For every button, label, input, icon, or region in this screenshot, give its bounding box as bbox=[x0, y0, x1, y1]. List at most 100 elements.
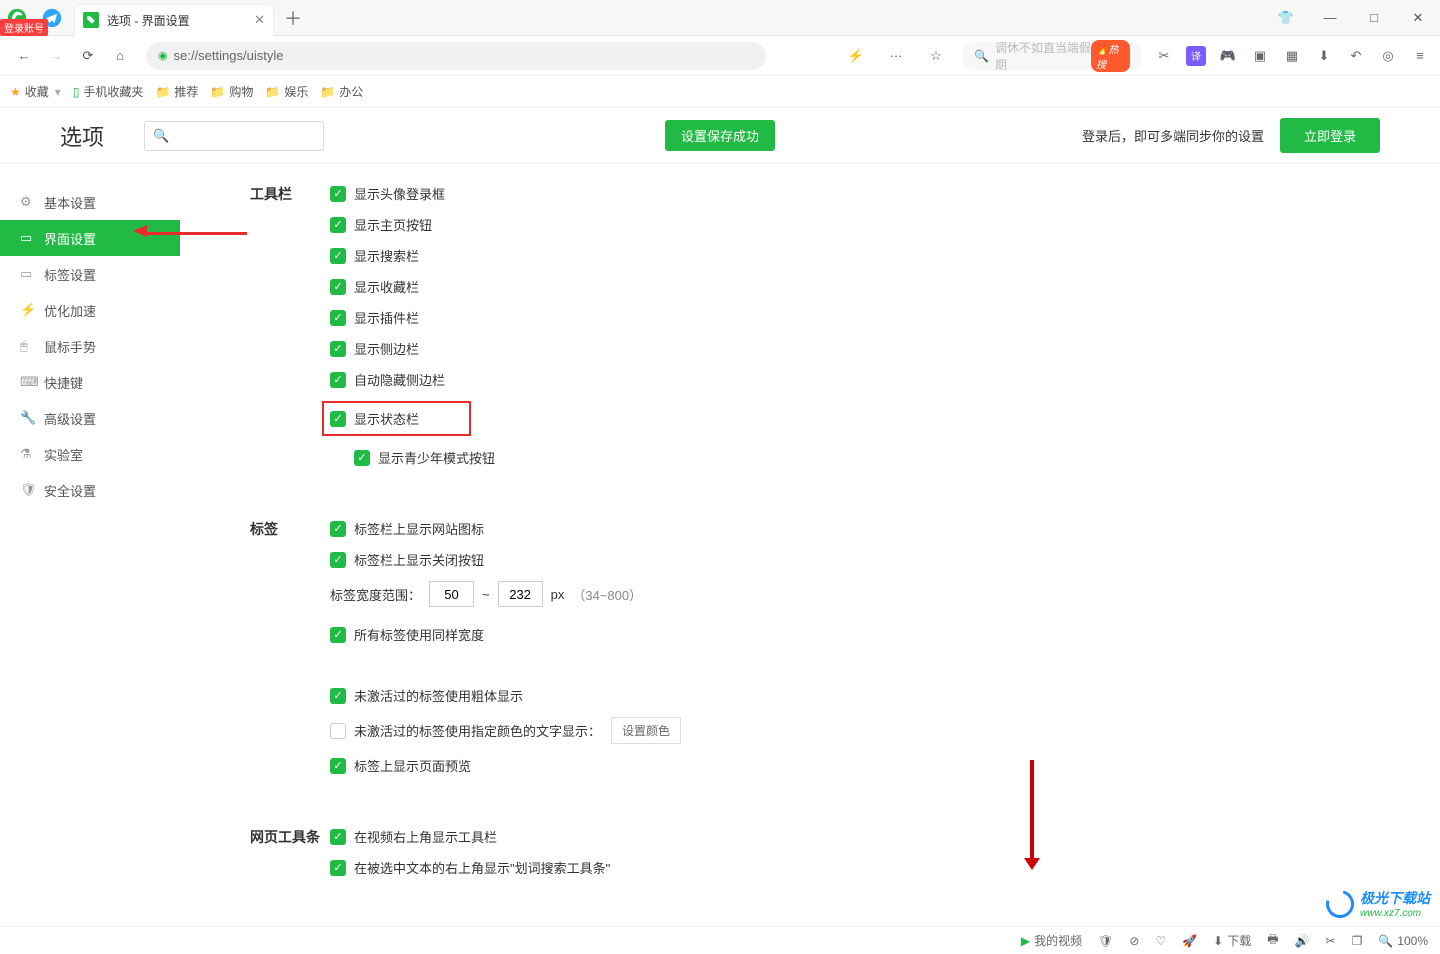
status-cut-icon[interactable]: ✂ bbox=[1326, 934, 1336, 948]
translate-icon[interactable]: 译 bbox=[1186, 46, 1206, 66]
status-bar: ▶我的视频 🛡 ⊘ ♡ 🚀 ⬇下载 🖶 🔊 ✂ ❐ 🔍100% bbox=[0, 926, 1440, 954]
section-toolbar: 工具栏 ✓显示头像登录框 ✓显示主页按钮 ✓显示搜索栏 ✓显示收藏栏 ✓显示插件… bbox=[180, 184, 1440, 479]
checkbox-icon[interactable]: ✓ bbox=[330, 248, 346, 264]
shirt-icon[interactable]: 👕 bbox=[1264, 0, 1308, 36]
checkbox-icon[interactable]: ✓ bbox=[330, 552, 346, 568]
bookmark-folder[interactable]: 📁推荐 bbox=[155, 83, 198, 100]
status-block-icon[interactable]: ⊘ bbox=[1129, 934, 1139, 948]
checkbox-icon[interactable]: ✓ bbox=[330, 860, 346, 876]
browser-tab[interactable]: 选项 - 界面设置 ✕ bbox=[74, 4, 274, 36]
option-search-bar[interactable]: ✓显示搜索栏 bbox=[330, 246, 1400, 265]
option-status-bar[interactable]: 显示状态栏 bbox=[354, 409, 419, 428]
bookmark-folder[interactable]: 📁办公 bbox=[320, 83, 363, 100]
menu-icon[interactable]: ≡ bbox=[1410, 46, 1430, 66]
option-color-inactive[interactable]: 未激活过的标签使用指定颜色的文字显示：设置颜色 bbox=[330, 717, 1400, 744]
star-icon[interactable]: ☆ bbox=[922, 42, 950, 70]
checkbox-icon[interactable]: ✓ bbox=[330, 758, 346, 774]
option-bold-inactive[interactable]: ✓未激活过的标签使用粗体显示 bbox=[330, 686, 1400, 705]
bolt-icon: ⚡ bbox=[20, 302, 36, 318]
sidebar-item-shortcut[interactable]: ⌨快捷键 bbox=[0, 364, 180, 400]
undo-icon[interactable]: ↶ bbox=[1346, 46, 1366, 66]
status-heart-icon[interactable]: ♡ bbox=[1155, 934, 1166, 948]
layout-icon: ▭ bbox=[20, 230, 32, 246]
status-sound-icon[interactable]: 🔊 bbox=[1295, 934, 1310, 948]
status-zoom[interactable]: 🔍100% bbox=[1378, 934, 1428, 948]
checkbox-icon[interactable]: ✓ bbox=[330, 688, 346, 704]
status-print-icon[interactable]: 🖶 bbox=[1267, 930, 1278, 951]
option-fav-bar[interactable]: ✓显示收藏栏 bbox=[330, 277, 1400, 296]
checkbox-icon[interactable]: ✓ bbox=[330, 279, 346, 295]
login-now-button[interactable]: 立即登录 bbox=[1280, 118, 1380, 153]
sidebar-item-tabs[interactable]: ▭标签设置 bbox=[0, 256, 180, 292]
tab-max-width-input[interactable] bbox=[498, 581, 543, 607]
option-text-search-toolbar[interactable]: ✓在被选中文本的右上角显示"划词搜索工具条" bbox=[330, 858, 1400, 877]
bookmark-folder[interactable]: 📁娱乐 bbox=[265, 83, 308, 100]
checkbox-icon[interactable]: ✓ bbox=[330, 310, 346, 326]
status-download[interactable]: ⬇下载 bbox=[1213, 932, 1251, 949]
option-same-width[interactable]: ✓所有标签使用同样宽度 bbox=[330, 625, 1400, 644]
status-rocket-icon[interactable]: 🚀 bbox=[1182, 934, 1197, 948]
option-avatar-login[interactable]: ✓显示头像登录框 bbox=[330, 184, 1400, 203]
circle-icon[interactable]: ◎ bbox=[1378, 46, 1398, 66]
checkbox-icon[interactable]: ✓ bbox=[330, 411, 346, 427]
bookmark-folder[interactable]: 📁购物 bbox=[210, 83, 253, 100]
url-input[interactable]: ◉ se://settings/uistyle bbox=[146, 42, 766, 70]
checkbox-icon[interactable]: ✓ bbox=[330, 186, 346, 202]
new-tab-button[interactable]: ＋ bbox=[284, 5, 302, 31]
app-logo[interactable]: 登录账号 bbox=[0, 1, 34, 35]
apps-icon[interactable]: ▦ bbox=[1282, 46, 1302, 66]
reload-button[interactable]: ⟳ bbox=[74, 42, 102, 70]
checkbox-icon[interactable]: ✓ bbox=[354, 450, 370, 466]
menu-dots-icon[interactable]: ··· bbox=[882, 42, 910, 70]
checkbox-icon[interactable]: ✓ bbox=[330, 341, 346, 357]
watermark-logo-icon bbox=[1321, 884, 1359, 922]
status-video[interactable]: ▶我的视频 bbox=[1021, 932, 1082, 949]
close-window-button[interactable]: ✕ bbox=[1396, 0, 1440, 36]
title-bar: 登录账号 选项 - 界面设置 ✕ ＋ 👕 — □ ✕ bbox=[0, 0, 1440, 36]
set-color-button[interactable]: 设置颜色 bbox=[611, 717, 681, 744]
mobile-bookmarks[interactable]: ▯手机收藏夹 bbox=[73, 83, 144, 100]
option-tab-close[interactable]: ✓标签栏上显示关闭按钮 bbox=[330, 550, 1400, 569]
maximize-button[interactable]: □ bbox=[1352, 0, 1396, 36]
close-icon[interactable]: ✕ bbox=[254, 12, 265, 28]
tab-min-width-input[interactable] bbox=[429, 581, 474, 607]
login-badge[interactable]: 登录账号 bbox=[0, 19, 48, 36]
option-home-btn[interactable]: ✓显示主页按钮 bbox=[330, 215, 1400, 234]
sidebar-item-basic[interactable]: ⚙基本设置 bbox=[0, 184, 180, 220]
minimize-button[interactable]: — bbox=[1308, 0, 1352, 36]
checkbox-icon[interactable]: ✓ bbox=[330, 521, 346, 537]
bookmarks-bar: ★收藏▾ ▯手机收藏夹 📁推荐 📁购物 📁娱乐 📁办公 bbox=[0, 76, 1440, 108]
option-tab-preview[interactable]: ✓标签上显示页面预览 bbox=[330, 756, 1400, 775]
checkbox-icon[interactable]: ✓ bbox=[330, 372, 346, 388]
game-icon[interactable]: 🎮 bbox=[1218, 46, 1238, 66]
download-icon[interactable]: ⬇ bbox=[1314, 46, 1334, 66]
search-box[interactable]: 🔍 调休不如直当端假期 🔥热搜 bbox=[962, 42, 1142, 70]
option-youth-mode[interactable]: ✓显示青少年模式按钮 bbox=[354, 448, 1400, 467]
flask-icon: ⚗ bbox=[20, 446, 32, 462]
checkbox-icon[interactable]: ✓ bbox=[330, 627, 346, 643]
status-copy-icon[interactable]: ❐ bbox=[1352, 934, 1363, 948]
bolt-icon[interactable]: ⚡ bbox=[842, 42, 870, 70]
option-tab-favicon[interactable]: ✓标签栏上显示网站图标 bbox=[330, 519, 1400, 538]
search-placeholder: 调休不如直当端假期 bbox=[995, 39, 1091, 73]
checkbox-icon[interactable]: ✓ bbox=[330, 829, 346, 845]
settings-search[interactable]: 🔍 bbox=[144, 121, 324, 151]
checkbox-icon[interactable] bbox=[330, 723, 346, 739]
option-plugin-bar[interactable]: ✓显示插件栏 bbox=[330, 308, 1400, 327]
sidebar-item-advanced[interactable]: 🔧高级设置 bbox=[0, 400, 180, 436]
option-side-bar[interactable]: ✓显示侧边栏 bbox=[330, 339, 1400, 358]
square-icon[interactable]: ▣ bbox=[1250, 46, 1270, 66]
sidebar-item-speed[interactable]: ⚡优化加速 bbox=[0, 292, 180, 328]
home-button[interactable]: ⌂ bbox=[106, 42, 134, 70]
sidebar-item-lab[interactable]: ⚗实验室 bbox=[0, 436, 180, 472]
scissors-icon[interactable]: ✂ bbox=[1154, 46, 1174, 66]
sidebar-item-mouse[interactable]: 🖱鼠标手势 bbox=[0, 328, 180, 364]
checkbox-icon[interactable]: ✓ bbox=[330, 217, 346, 233]
forward-button[interactable]: → bbox=[42, 42, 70, 70]
option-video-toolbar[interactable]: ✓在视频右上角显示工具栏 bbox=[330, 827, 1400, 846]
sidebar-item-security[interactable]: 🛡安全设置 bbox=[0, 472, 180, 508]
status-shield-icon[interactable]: 🛡 bbox=[1098, 934, 1113, 948]
favorites-button[interactable]: ★收藏▾ bbox=[10, 83, 61, 100]
option-auto-hide-side[interactable]: ✓自动隐藏侧边栏 bbox=[330, 370, 1400, 389]
back-button[interactable]: ← bbox=[10, 42, 38, 70]
